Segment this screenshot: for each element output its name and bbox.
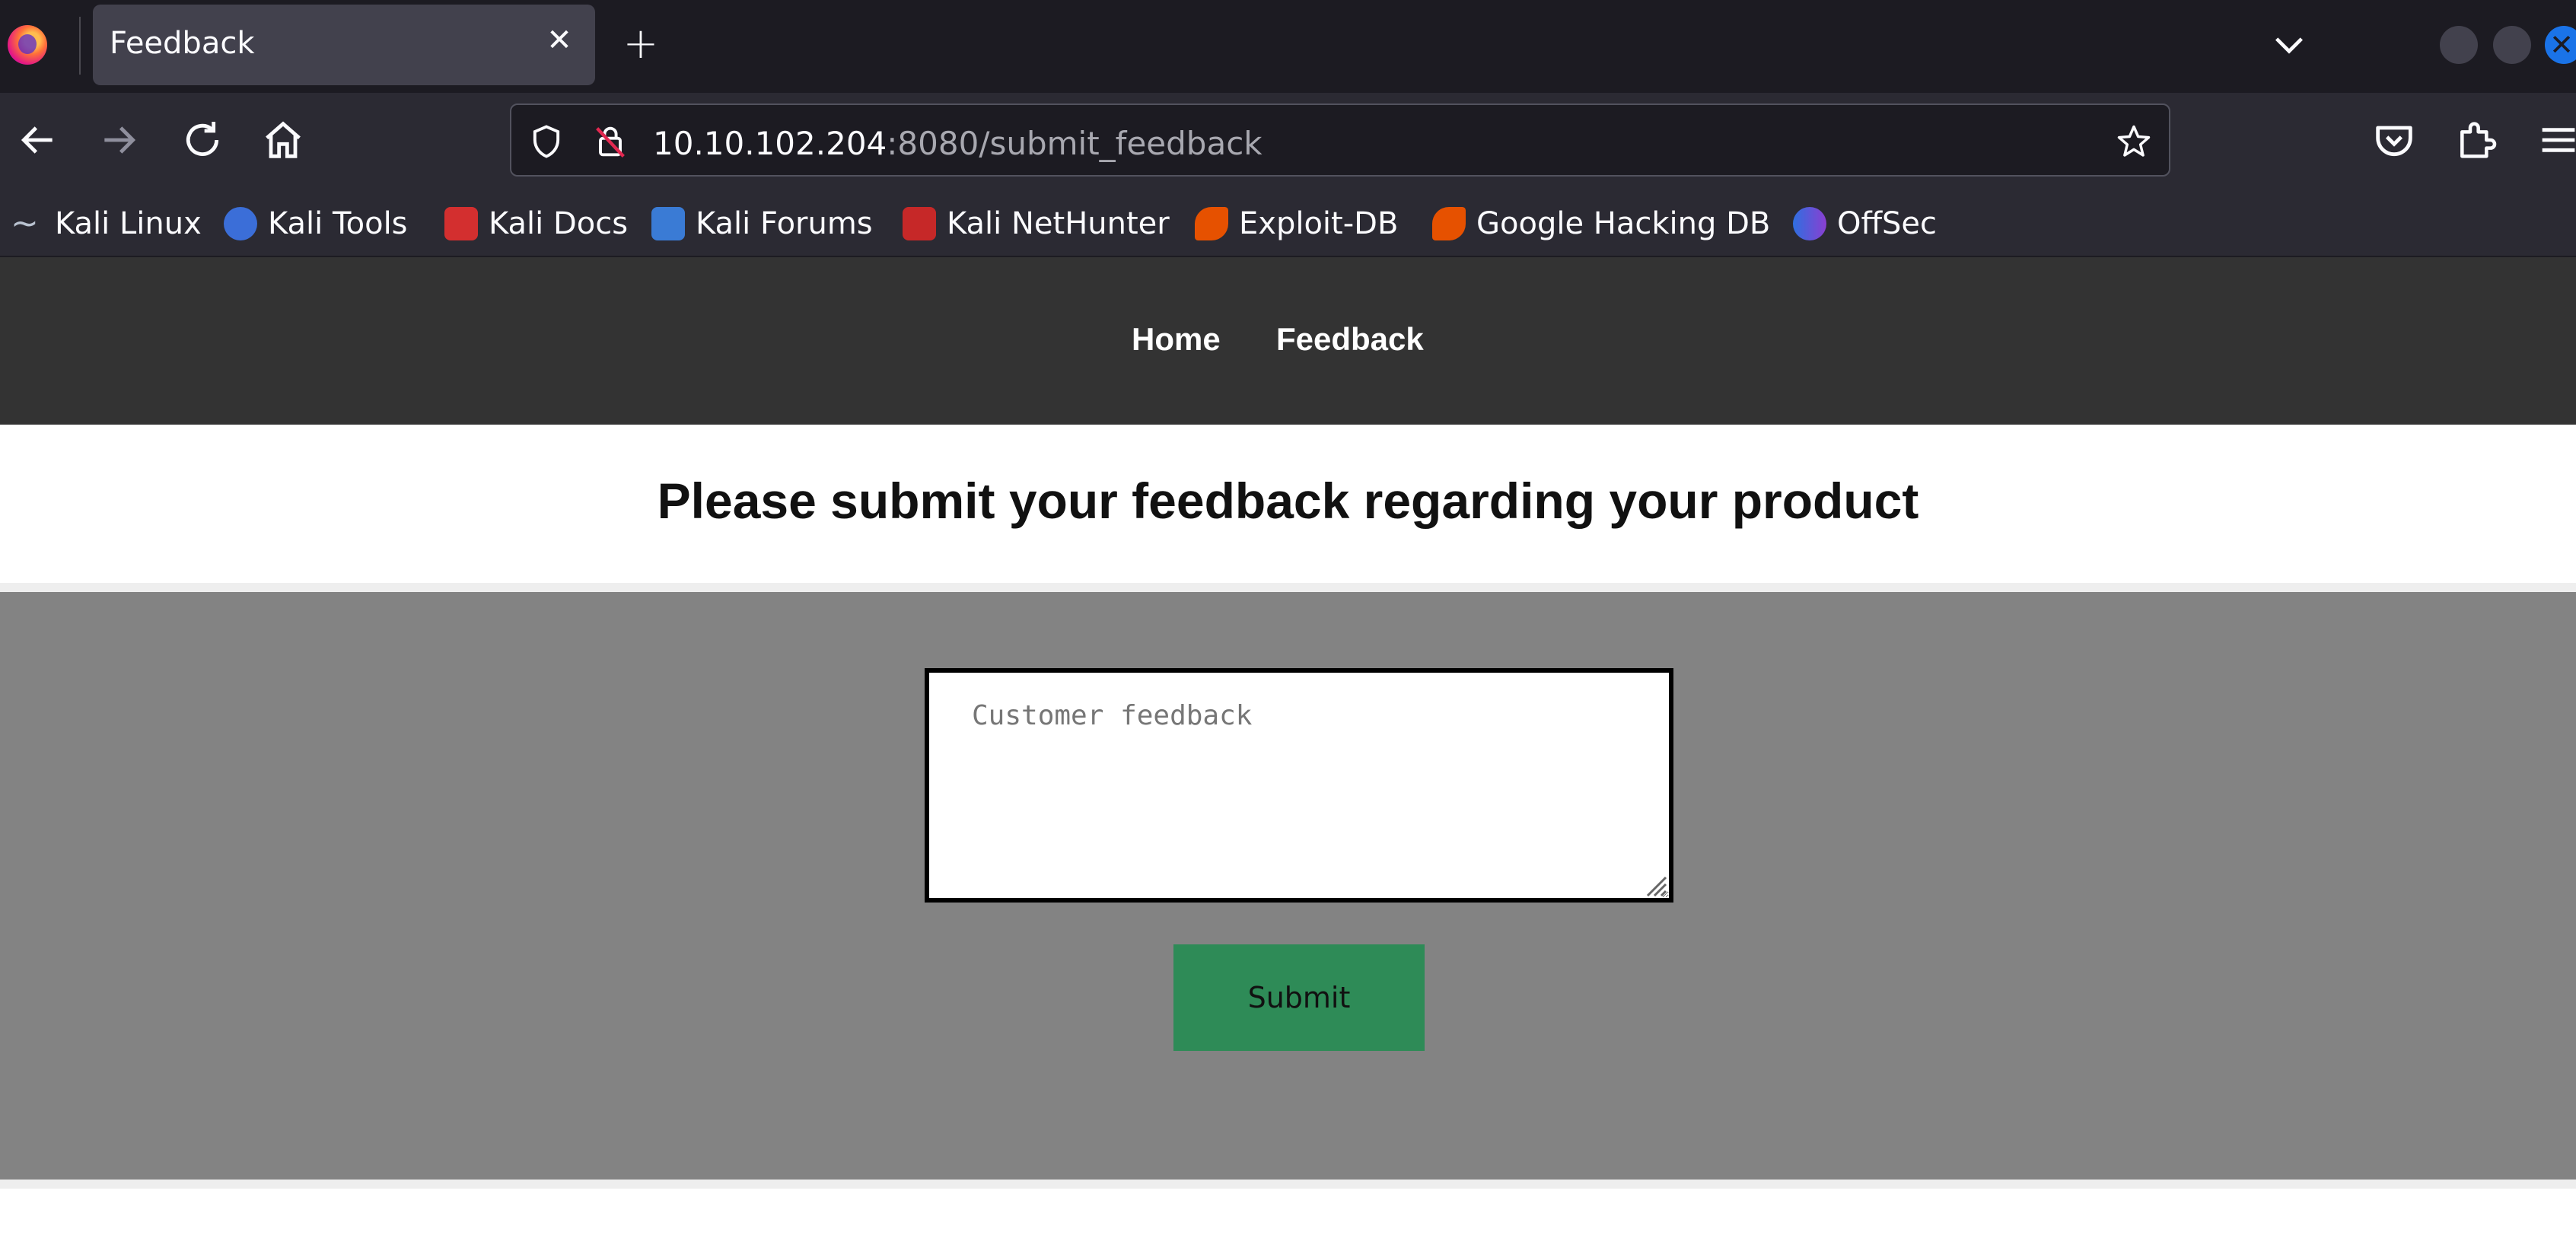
bookmark-label: Google Hacking DB [1476, 206, 1771, 241]
bookmark-kali-nethunter[interactable]: Kali NetHunter [903, 202, 1170, 245]
home-icon[interactable] [259, 116, 307, 164]
bookmark-offsec[interactable]: OffSec [1793, 202, 1937, 245]
textarea-resize-grip-icon[interactable] [1641, 871, 1668, 898]
reload-icon[interactable] [178, 116, 227, 164]
close-tab-icon[interactable]: ✕ [540, 21, 578, 59]
exploit-db-icon [1195, 207, 1228, 240]
minimize-window-button[interactable] [2440, 26, 2478, 64]
url-port-path: :8080/submit_feedback [887, 125, 1263, 162]
bookmark-google-hacking-db[interactable]: Google Hacking DB [1432, 202, 1770, 245]
kali-forums-icon [651, 207, 685, 240]
kali-docs-icon [444, 207, 478, 240]
bookmark-label: OffSec [1837, 206, 1938, 241]
bookmark-label: Kali Linux [55, 206, 202, 241]
pocket-icon[interactable] [2370, 116, 2418, 164]
firefox-logo-icon[interactable] [8, 25, 47, 65]
maximize-window-button[interactable] [2493, 26, 2531, 64]
section-divider-top [0, 583, 2576, 592]
forward-arrow-icon[interactable] [94, 116, 143, 164]
bookmark-exploit-db[interactable]: Exploit-DB [1195, 202, 1398, 245]
url-host: 10.10.102.204 [653, 125, 887, 162]
tab-title: Feedback [110, 26, 255, 61]
tracking-protection-shield-icon[interactable] [527, 122, 566, 161]
bookmark-label: Kali NetHunter [947, 206, 1170, 241]
hamburger-menu-icon[interactable] [2534, 116, 2576, 164]
list-all-tabs-chevron-down-icon[interactable] [2268, 23, 2310, 65]
offsec-icon [1793, 207, 1826, 240]
bookmarks-toolbar: ~ Kali Linux Kali Tools Kali Docs Kali F… [0, 190, 2576, 257]
customer-feedback-textarea[interactable] [925, 668, 1673, 903]
tab-separator [79, 17, 81, 75]
submit-button[interactable]: Submit [1173, 944, 1425, 1051]
back-arrow-icon[interactable] [14, 116, 62, 164]
bookmark-kali-docs[interactable]: Kali Docs [444, 202, 628, 245]
bookmark-label: Kali Forums [696, 206, 873, 241]
browser-tab-active[interactable]: Feedback ✕ [93, 5, 595, 85]
ghdb-icon [1432, 207, 1466, 240]
address-bar[interactable]: 10.10.102.204:8080/submit_feedback [510, 103, 2170, 177]
page-heading: Please submit your feedback regarding yo… [657, 473, 1919, 529]
url-text[interactable]: 10.10.102.204:8080/submit_feedback [653, 125, 1263, 162]
bookmark-label: Kali Tools [268, 206, 408, 241]
browser-tab-bar: Feedback ✕ + ✕ [0, 0, 2576, 93]
new-tab-plus-icon[interactable]: + [618, 23, 664, 68]
browser-navigation-toolbar: 10.10.102.204:8080/submit_feedback [0, 93, 2576, 190]
nav-link-feedback[interactable]: Feedback [1276, 321, 1424, 358]
bookmark-kali-forums[interactable]: Kali Forums [651, 202, 873, 245]
extensions-puzzle-icon[interactable] [2452, 116, 2501, 164]
bookmark-kali-linux[interactable]: ~ Kali Linux [11, 202, 202, 245]
kali-dragon-icon: ~ [11, 204, 39, 243]
kali-nethunter-icon [903, 207, 936, 240]
section-divider-bottom [0, 1180, 2576, 1189]
site-navigation-bar: Home Feedback [0, 257, 2576, 425]
close-window-button[interactable]: ✕ [2545, 26, 2576, 64]
bookmark-label: Kali Docs [489, 206, 629, 241]
kali-tools-icon [224, 207, 257, 240]
bookmark-kali-tools[interactable]: Kali Tools [224, 202, 408, 245]
bookmark-star-icon[interactable] [2114, 122, 2154, 161]
nav-link-home[interactable]: Home [1132, 321, 1221, 358]
bookmark-label: Exploit-DB [1239, 206, 1399, 241]
insecure-lock-icon[interactable] [591, 122, 630, 161]
